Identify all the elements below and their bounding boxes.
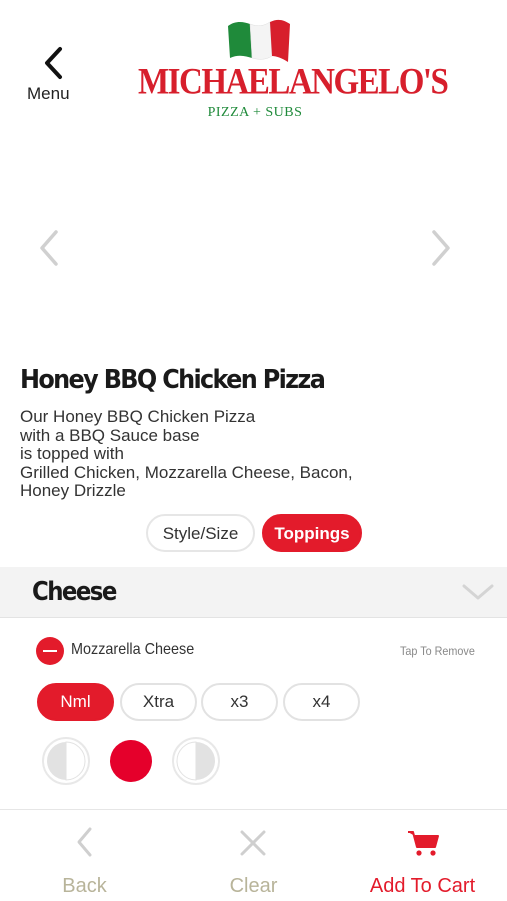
logo-wordmark: MICHAELANGELO'S	[138, 62, 449, 103]
chevron-left-icon	[77, 827, 92, 857]
cart-icon	[408, 831, 439, 856]
add-to-cart-button[interactable]: Add To Cart	[338, 810, 507, 901]
portion-right-half-button[interactable]	[171, 736, 221, 786]
portion-whole-button[interactable]	[106, 736, 156, 786]
description-line: with a BBQ Sauce base	[20, 425, 200, 445]
chevron-right-icon	[432, 230, 450, 266]
product-description: Our Honey BBQ Chicken Pizza with a BBQ S…	[20, 407, 490, 501]
tab-toppings[interactable]: Toppings	[262, 514, 362, 552]
remove-topping-button[interactable]	[36, 637, 64, 665]
clear-button[interactable]: Clear	[169, 810, 338, 901]
add-to-cart-label: Add To Cart	[369, 875, 476, 897]
minus-icon	[43, 650, 57, 652]
previous-image-button[interactable]	[34, 228, 64, 268]
chevron-left-icon	[40, 230, 58, 266]
close-icon	[240, 830, 266, 856]
amount-triple-button[interactable]: x3	[201, 683, 278, 721]
chevron-down-icon	[462, 584, 494, 600]
clear-button-label: Clear	[229, 875, 278, 897]
amount-quadruple-button[interactable]: x4	[283, 683, 360, 721]
portion-left-half-button[interactable]	[41, 736, 91, 786]
back-button-label: Back	[62, 875, 107, 897]
description-line: Grilled Chicken, Mozzarella Cheese, Baco…	[20, 462, 353, 482]
description-line: Our Honey BBQ Chicken Pizza	[20, 407, 256, 426]
bottom-action-bar: Back Clear Add To Cart	[0, 809, 507, 901]
logo-tagline: PIZZA + SUBS	[207, 105, 303, 120]
brand-logo: MICHAELANGELO'S PIZZA + SUBS	[138, 18, 449, 120]
amount-extra-button[interactable]: Xtra	[120, 683, 197, 721]
amount-normal-button[interactable]: Nml	[37, 683, 114, 721]
right-half-icon	[172, 737, 220, 785]
left-half-icon	[42, 737, 90, 785]
next-image-button[interactable]	[426, 228, 456, 268]
back-menu-label: Menu	[27, 84, 70, 103]
description-line: is topped with	[20, 444, 124, 463]
description-line: Honey Drizzle	[20, 481, 126, 500]
whole-icon	[108, 738, 154, 784]
italian-flag-icon	[228, 19, 290, 62]
product-title: Honey BBQ Chicken Pizza	[20, 365, 326, 395]
back-to-menu-button[interactable]: Menu	[24, 40, 80, 106]
section-title: Cheese	[32, 577, 117, 607]
topping-name: Mozzarella Cheese	[71, 641, 195, 658]
back-button[interactable]: Back	[0, 810, 169, 901]
chevron-left-icon	[45, 47, 62, 79]
cheese-section-header[interactable]: Cheese	[0, 567, 507, 618]
tab-style-size[interactable]: Style/Size	[146, 514, 255, 552]
tap-to-remove-link[interactable]: Tap To Remove	[400, 644, 475, 658]
